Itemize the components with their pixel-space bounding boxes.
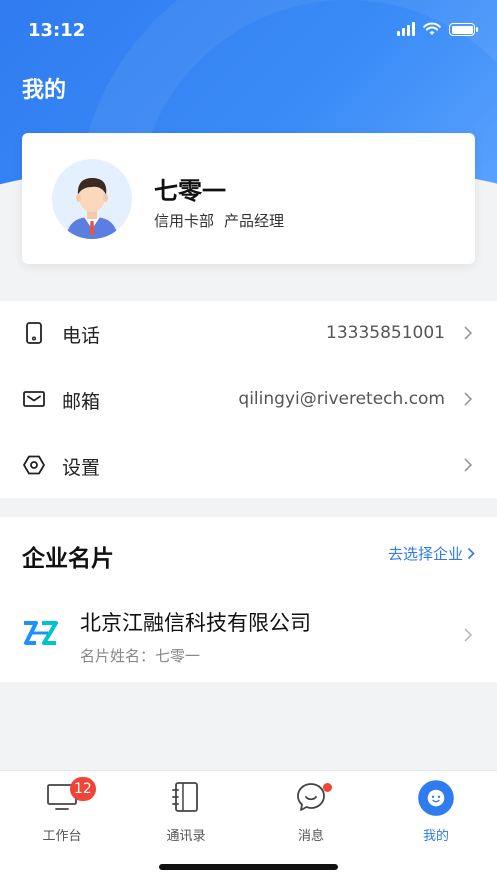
chevron-right-icon [464, 628, 473, 642]
info-label-settings: 设置 [62, 457, 101, 479]
workbench-badge: 12 [70, 777, 96, 801]
tab-workbench[interactable]: 12 工作台 [12, 777, 112, 844]
company-section-title: 企业名片 [22, 546, 114, 572]
info-label-email: 邮箱 [62, 391, 101, 413]
wifi-icon [423, 22, 441, 35]
info-row-settings[interactable]: 设置 [0, 433, 497, 499]
select-company-link[interactable]: 去选择企业 [388, 543, 475, 564]
tab-label-contacts: 通讯录 [166, 829, 206, 844]
messages-unread-dot [323, 783, 332, 792]
info-label-phone: 电话 [62, 325, 101, 347]
info-row-email[interactable]: 邮箱 qilingyi@riveretech.com [0, 367, 497, 433]
contacts-book-icon [172, 782, 198, 812]
profile-subtitle: 信用卡部 产品经理 [154, 210, 284, 231]
chevron-right-icon [464, 392, 473, 406]
settings-icon [23, 455, 45, 475]
tab-label-workbench: 工作台 [42, 829, 82, 844]
info-list: 电话 13335851001 邮箱 qilingyi@riveretech.co… [0, 301, 497, 498]
company-logo-icon [24, 621, 58, 645]
info-value-email: qilingyi@riveretech.com [238, 389, 445, 409]
battery-icon [449, 23, 478, 36]
company-card-section: 企业名片 去选择企业 北京江融信科技有限公司 名片姓名：七零一 [0, 517, 497, 682]
avatar-person-icon [66, 178, 118, 239]
profile-position: 产品经理 [224, 212, 285, 230]
tab-label-messages: 消息 [297, 829, 324, 844]
phone-icon [26, 322, 42, 344]
select-company-label: 去选择企业 [387, 545, 463, 563]
profile-card[interactable]: 七零一 信用卡部 产品经理 [22, 133, 475, 264]
chevron-right-icon [464, 326, 473, 340]
avatar[interactable] [52, 159, 132, 239]
signal-icon [397, 22, 415, 36]
profile-face-icon [418, 780, 454, 816]
status-time: 13:12 [28, 20, 86, 41]
company-card-name: 名片姓名：七零一 [80, 647, 201, 665]
status-icons [397, 22, 478, 36]
profile-name: 七零一 [154, 177, 226, 205]
status-bar: 13:12 [0, 0, 497, 64]
page-title: 我的 [22, 78, 67, 103]
tab-label-mine: 我的 [422, 829, 449, 844]
chevron-right-icon [467, 547, 475, 560]
tab-messages[interactable]: 消息 [261, 779, 361, 844]
profile-department: 信用卡部 [154, 212, 215, 230]
company-name: 北京江融信科技有限公司 [80, 611, 311, 635]
chevron-right-icon [464, 458, 473, 472]
tab-contacts[interactable]: 通讯录 [136, 779, 236, 844]
home-indicator [159, 864, 338, 870]
info-value-phone: 13335851001 [326, 323, 445, 343]
info-row-phone[interactable]: 电话 13335851001 [0, 301, 497, 367]
mail-icon [23, 391, 45, 407]
tab-mine[interactable]: 我的 [386, 779, 486, 844]
